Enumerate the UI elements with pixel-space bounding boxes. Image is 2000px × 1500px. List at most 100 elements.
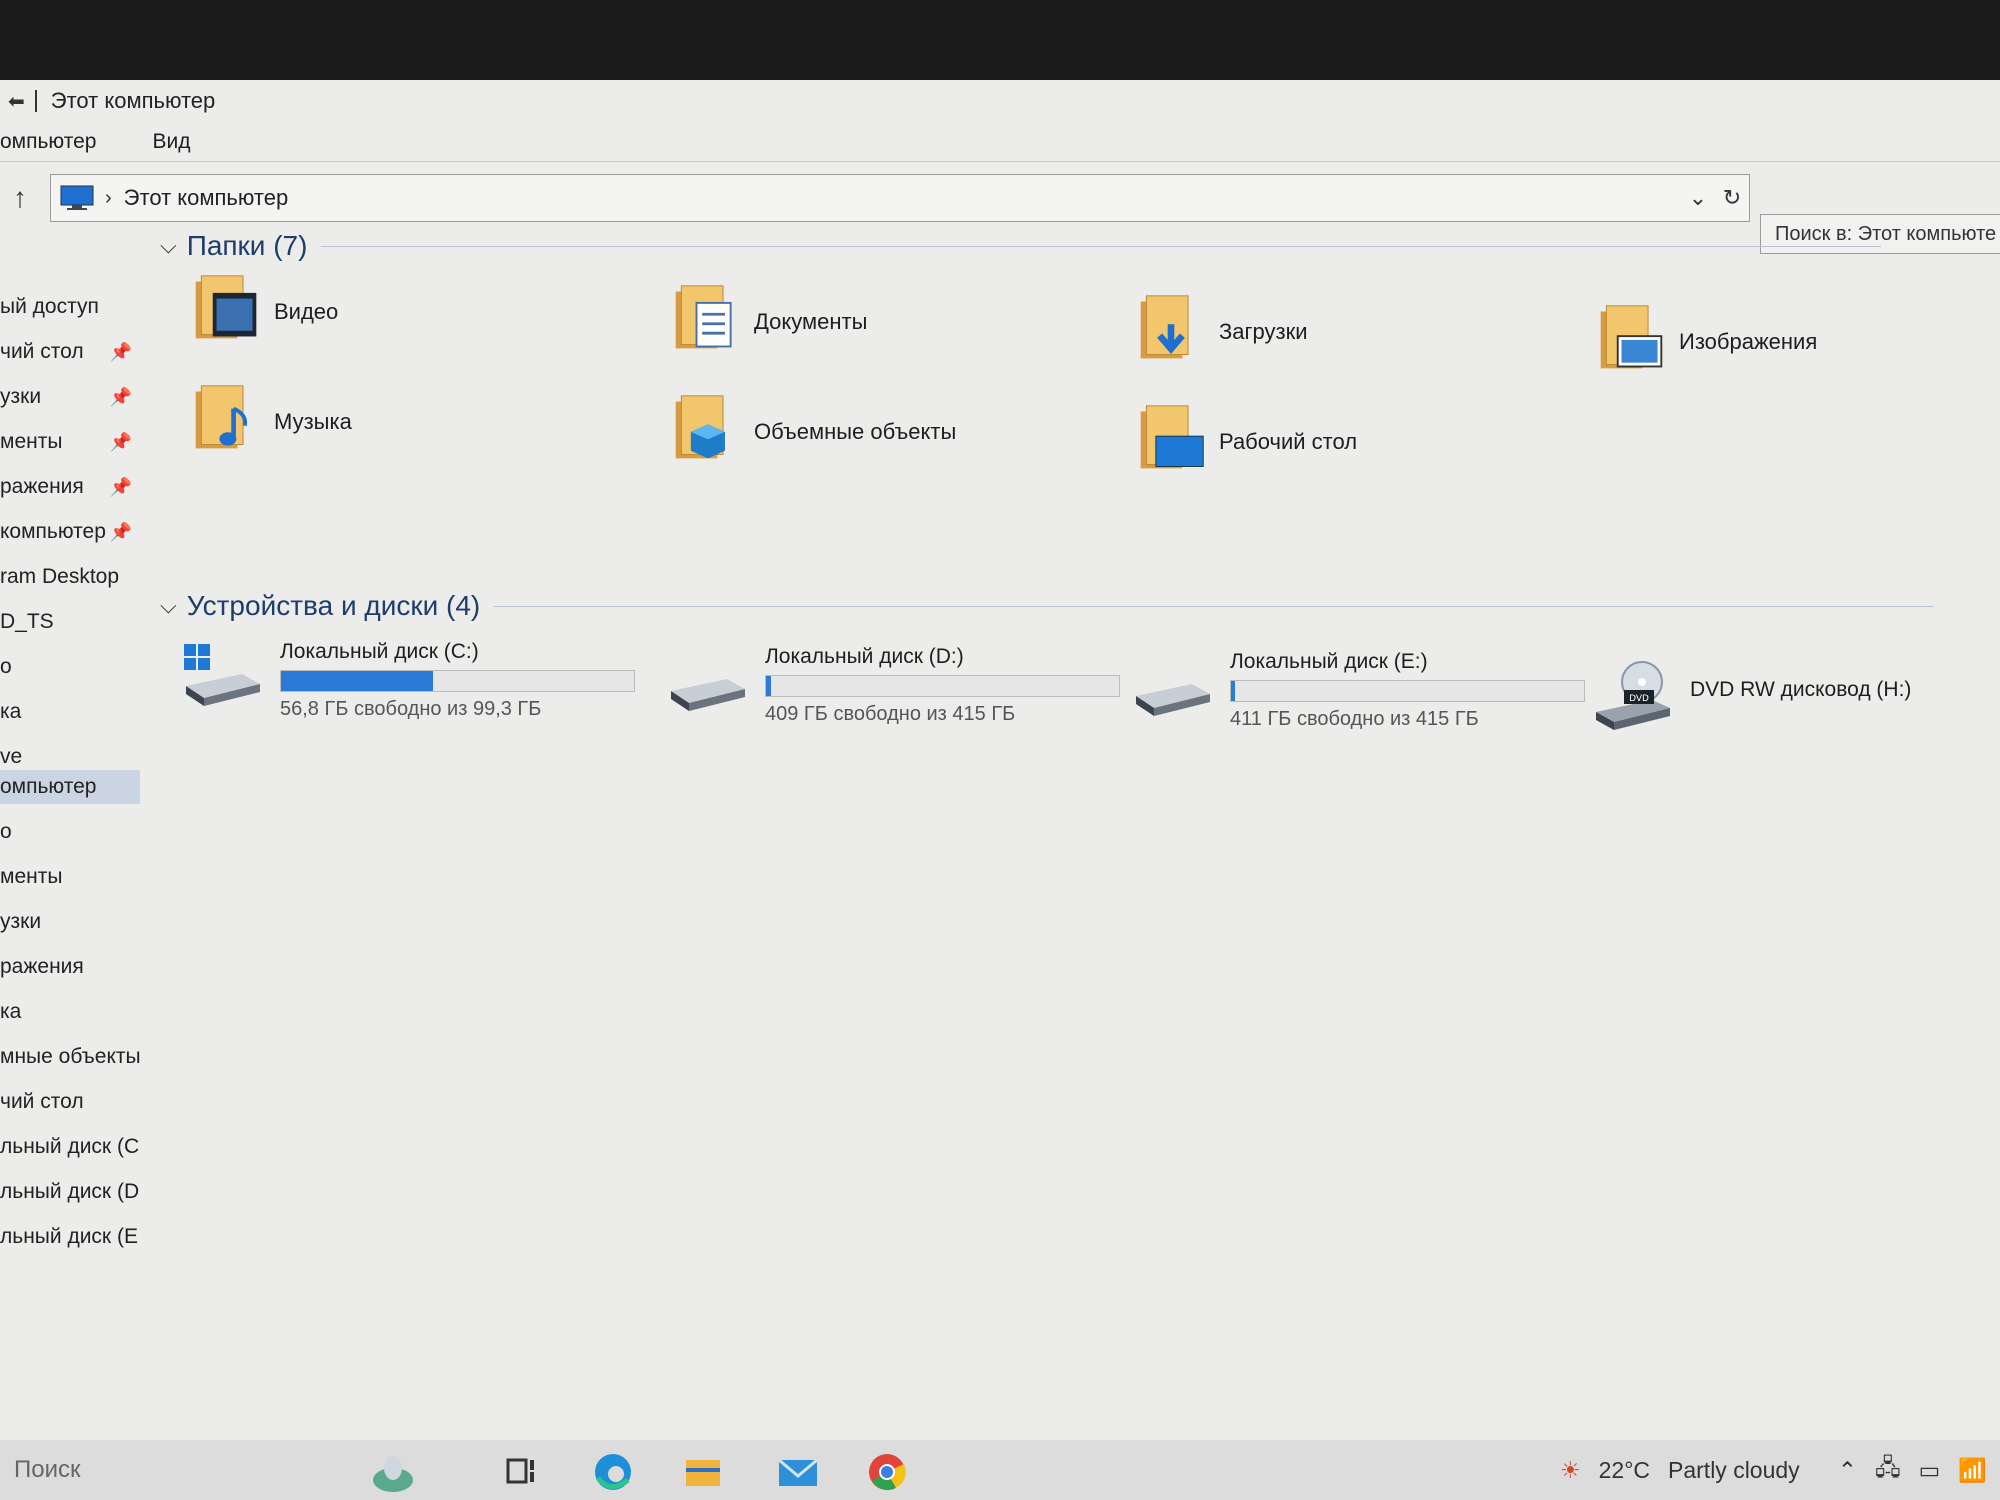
pin-icon[interactable]: 📌 (110, 515, 132, 549)
drive-name: DVD RW дисковод (H:) (1690, 678, 1912, 701)
hard-drive-icon (665, 645, 751, 728)
nav-item[interactable]: льный диск (D (0, 1175, 140, 1209)
breadcrumb[interactable]: Этот компьютер (124, 185, 289, 211)
nav-item-label: ve (0, 745, 23, 768)
nav-item[interactable]: омпьютер (0, 770, 140, 804)
weather-temp[interactable]: 22°C (1599, 1457, 1650, 1484)
nav-item-label: ражения (0, 955, 84, 978)
nav-item-label: компьютер (0, 520, 106, 543)
nav-item[interactable]: ка (0, 995, 140, 1029)
folder-tile[interactable]: Музыка (190, 380, 352, 463)
drive-tile[interactable]: Локальный диск (D:) 409 ГБ свободно из 41… (665, 645, 1120, 728)
weather-text[interactable]: Partly cloudy (1668, 1457, 1800, 1484)
drive-tile[interactable]: DVD DVD RW дисковод (H:) (1590, 660, 1911, 743)
breadcrumb-chevron-icon[interactable]: › (105, 187, 112, 210)
folder-label: Видео (274, 298, 339, 324)
pin-icon[interactable]: 📌 (110, 425, 132, 459)
nav-item-label: узки (0, 910, 42, 933)
drive-name: Локальный диск (E:) (1230, 650, 1428, 673)
nav-item-label: ка (0, 1000, 22, 1023)
nav-item-label: узки (0, 385, 42, 408)
history-dropdown-icon[interactable]: ⌄ (1681, 185, 1715, 211)
nav-item[interactable]: чий стол (0, 1085, 140, 1119)
system-tray: ☀ 22°C Partly cloudy ⌃ 🖧 ▭ 📶 (1560, 1440, 1987, 1500)
pin-icon[interactable]: 📌 (110, 470, 132, 504)
nav-item[interactable]: менты (0, 860, 140, 894)
nav-item[interactable]: о (0, 815, 140, 849)
content-pane: ⌵ Папки (7) Видео Документы Загрузки Изобра… (150, 230, 2000, 1430)
mail-icon[interactable] (775, 1450, 821, 1494)
address-field[interactable]: › Этот компьютер ⌄ ↻ (50, 174, 1750, 222)
nav-item[interactable]: о (0, 650, 140, 684)
folder-tile[interactable]: Документы (670, 280, 867, 363)
folder-tile[interactable]: Загрузки (1135, 290, 1308, 373)
drive-tile[interactable]: Локальный диск (E:) 411 ГБ свободно из 41… (1130, 650, 1585, 733)
drive-free-space: 411 ГБ свободно из 415 ГБ (1230, 708, 1479, 730)
nav-item-label: льный диск (D (0, 1180, 140, 1203)
drive-name: Локальный диск (C:) (280, 640, 479, 663)
nav-item-label: льный диск (E (0, 1225, 138, 1248)
window-title: Этот компьютер (50, 88, 216, 113)
title-arrow-icon: ⬅ (8, 90, 25, 113)
nav-item[interactable]: ка (0, 695, 140, 729)
nav-item-label: ram Desktop (0, 565, 120, 588)
nav-item-label: льный диск (С (0, 1135, 140, 1158)
file-explorer-icon[interactable] (680, 1450, 726, 1494)
group-divider (494, 605, 1935, 607)
drive-usage-fill (1231, 681, 1235, 701)
nav-item[interactable]: чий стол 📌 (0, 335, 140, 369)
nav-item[interactable]: D_TS (0, 605, 140, 639)
nav-item-label: D_TS (0, 610, 54, 633)
battery-icon[interactable]: ▭ (1919, 1457, 1941, 1484)
drive-info: Локальный диск (C:) 56,8 ГБ свободно из 9… (280, 640, 635, 721)
edge-browser-icon[interactable] (590, 1450, 636, 1494)
nav-item[interactable]: ram Desktop (0, 560, 140, 594)
taskbar-search[interactable]: Поиск (14, 1456, 81, 1484)
drive-name: Локальный диск (D:) (765, 645, 964, 668)
folder-label: Изображения (1679, 328, 1818, 354)
folder-tile[interactable]: Видео (190, 270, 338, 353)
widget-icon[interactable] (370, 1450, 416, 1494)
svg-text:DVD: DVD (1629, 694, 1649, 704)
folder-tile[interactable]: Рабочий стол (1135, 400, 1357, 483)
folders-group-header[interactable]: ⌵ Папки (7) (160, 230, 1882, 262)
nav-item-label: чий стол (0, 1090, 84, 1113)
network-icon[interactable]: 🖧 (1875, 1451, 1901, 1490)
chrome-icon[interactable] (864, 1450, 910, 1494)
music-folder-icon (190, 380, 262, 463)
drive-tile[interactable]: Локальный диск (C:) 56,8 ГБ свободно из 9… (180, 640, 635, 723)
folders-group-title: Папки (7) (186, 230, 308, 261)
task-view-icon[interactable] (500, 1450, 546, 1494)
nav-item[interactable]: менты 📌 (0, 425, 140, 459)
pin-icon[interactable]: 📌 (110, 380, 132, 414)
collapse-chevron-icon[interactable]: ⌵ (160, 593, 177, 619)
nav-item[interactable]: компьютер 📌 (0, 515, 140, 549)
nav-item[interactable]: узки 📌 (0, 380, 140, 414)
nav-item[interactable]: узки (0, 905, 140, 939)
folder-tile[interactable]: Изображения (1595, 300, 1817, 383)
pin-icon[interactable]: 📌 (110, 335, 132, 369)
wifi-icon[interactable]: 📶 (1958, 1457, 1987, 1484)
folder-tile[interactable]: Объемные объекты (670, 390, 956, 473)
nav-item[interactable]: мные объекты (0, 1040, 140, 1074)
nav-item[interactable]: льный диск (С (0, 1130, 140, 1164)
nav-item[interactable]: ражения (0, 950, 140, 984)
desktop-folder-icon (1135, 400, 1207, 483)
menu-computer[interactable]: омпьютер (0, 130, 96, 154)
menu-view[interactable]: Вид (152, 130, 190, 154)
up-arrow-icon[interactable]: ↑ (0, 182, 40, 214)
menu-bar: омпьютер Вид (0, 122, 2000, 162)
drive-usage-bar (765, 675, 1120, 697)
drive-usage-fill (766, 676, 772, 696)
tray-overflow-icon[interactable]: ⌃ (1838, 1457, 1857, 1484)
drives-group-header[interactable]: ⌵ Устройства и диски (4) (160, 590, 1935, 622)
video-folder-icon (190, 270, 262, 353)
collapse-chevron-icon[interactable]: ⌵ (160, 233, 177, 259)
nav-item[interactable]: ve (0, 740, 140, 774)
nav-item[interactable]: ражения 📌 (0, 470, 140, 504)
weather-icon[interactable]: ☀ (1560, 1457, 1581, 1484)
folder-label: Загрузки (1219, 318, 1308, 344)
nav-item[interactable]: льный диск (E (0, 1220, 140, 1254)
nav-item[interactable]: ый доступ (0, 290, 140, 324)
refresh-icon[interactable]: ↻ (1715, 185, 1749, 211)
